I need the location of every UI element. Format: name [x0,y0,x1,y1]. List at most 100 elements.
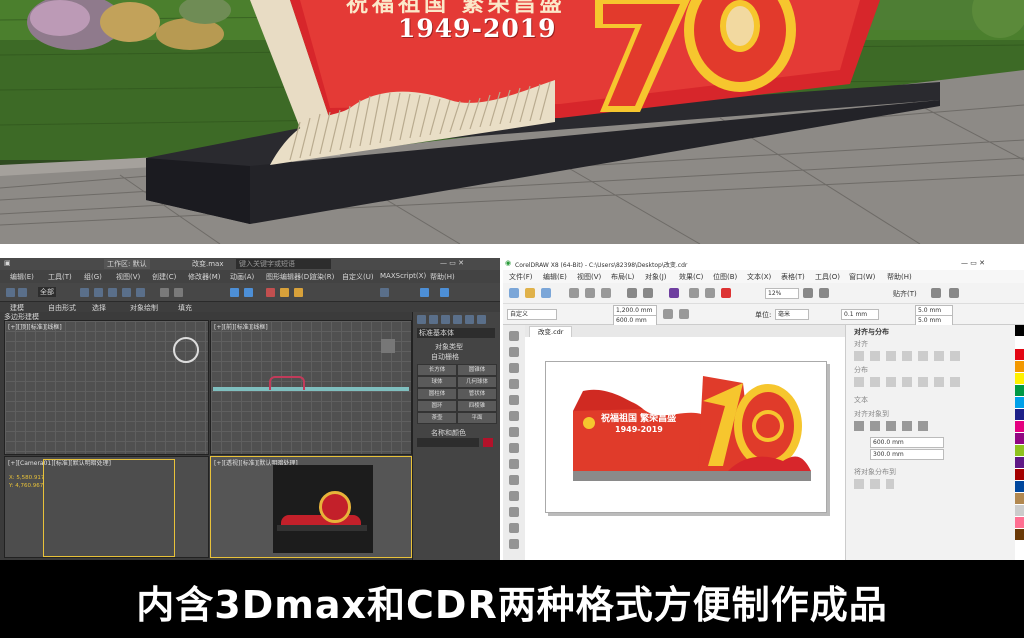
selection-filter[interactable]: 全部 [38,287,56,297]
pyramid-button[interactable]: 四棱锥 [457,400,497,412]
zoom-tool-icon[interactable] [509,379,519,389]
distribute-buttons-row[interactable] [854,377,964,387]
shape-tool-icon[interactable] [509,347,519,357]
align-to-buttons[interactable] [854,421,934,431]
layer-manager-icon[interactable] [440,288,449,297]
torus-button[interactable]: 圆环 [417,400,457,412]
distribute-to-buttons[interactable] [854,479,894,489]
ribbon-tab-freeform[interactable]: 自由形式 [48,303,76,313]
max-search-input[interactable]: 键入关键字或短语 [236,259,331,269]
cdr-menu-window[interactable]: 窗口(W) [849,272,875,282]
connector-tool-icon[interactable] [509,507,519,517]
ribbon-tab-selection[interactable]: 选择 [92,303,106,313]
display-tab-icon[interactable] [465,315,474,324]
autogrid-checkbox[interactable]: 自动栅格 [431,352,459,362]
copy-icon[interactable] [585,288,595,298]
select-region-icon[interactable] [94,288,103,297]
viewport-top-label[interactable]: [+][顶][标准][线框] [8,322,62,331]
units-select[interactable]: 毫米 [775,309,809,320]
cdr-menu-file[interactable]: 文件(F) [509,272,533,282]
schematic-view-icon[interactable] [380,288,389,297]
cylinder-button[interactable]: 圆柱体 [417,388,457,400]
max-menu-view[interactable]: 视图(V) [116,272,140,282]
create-tab-icon[interactable] [417,315,426,324]
save-icon[interactable] [541,288,551,298]
palette-swatch[interactable] [1015,433,1024,445]
primitive-dropdown[interactable]: 标准基本体 [417,328,495,338]
nudge-distance-input[interactable]: 0.1 mm [841,309,879,320]
cut-icon[interactable] [569,288,579,298]
max-menu-animation[interactable]: 动画(A) [230,272,254,282]
scale-icon[interactable] [136,288,145,297]
open-icon[interactable] [525,288,535,298]
cone-button[interactable]: 圆锥体 [457,364,497,376]
viewport-front-label[interactable]: [+][前][标准][线框] [214,322,268,331]
ellipse-tool-icon[interactable] [509,443,519,453]
cdr-menu-effects[interactable]: 效果(C) [679,272,703,282]
viewcube-icon[interactable] [173,337,199,363]
cdr-menu-edit[interactable]: 编辑(E) [543,272,567,282]
artistic-media-icon[interactable] [509,411,519,421]
viewport-perspective[interactable]: [+][透视][标准][默认明暗处理] [210,456,412,558]
max-menu-customize[interactable]: 自定义(U) [342,272,374,282]
palette-swatch[interactable] [1015,409,1024,421]
full-screen-icon[interactable] [803,288,813,298]
tube-button[interactable]: 管状体 [457,388,497,400]
move-icon[interactable] [108,288,117,297]
geosphere-button[interactable]: 几何球体 [457,376,497,388]
object-color-swatch[interactable] [483,438,493,447]
render-icon[interactable] [294,288,303,297]
align-x-input[interactable]: 600.0 mm [870,437,944,448]
motion-tab-icon[interactable] [453,315,462,324]
align-buttons-row[interactable] [854,351,964,361]
utilities-tab-icon[interactable] [477,315,486,324]
pick-tool-icon[interactable] [509,331,519,341]
palette-swatch[interactable] [1015,361,1024,373]
redo-icon[interactable] [643,288,653,298]
ribbon-tab-object-paint[interactable]: 对象绘制 [130,303,158,313]
palette-swatch[interactable] [1015,385,1024,397]
select-icon[interactable] [80,288,89,297]
palette-swatch[interactable] [1015,517,1024,529]
align-y-input[interactable]: 300.0 mm [870,449,944,460]
max-menu-group[interactable]: 组(G) [84,272,102,282]
freehand-tool-icon[interactable] [509,395,519,405]
export-icon[interactable] [705,288,715,298]
import-icon[interactable] [689,288,699,298]
max-menu-graph-editors[interactable]: 图形编辑器(D) [266,272,312,282]
max-menu-edit[interactable]: 编辑(E) [10,272,34,282]
max-menu-help[interactable]: 帮助(H) [430,272,455,282]
cdr-menu-view[interactable]: 视图(V) [577,272,601,282]
text-tool-icon[interactable] [509,475,519,485]
eyedropper-icon[interactable] [509,539,519,549]
align-icon[interactable] [244,288,253,297]
app-launcher-icon[interactable] [949,288,959,298]
sphere-button[interactable]: 球体 [417,376,457,388]
cdr-menu-help[interactable]: 帮助(H) [887,272,912,282]
material-editor-icon[interactable] [266,288,275,297]
viewport-front[interactable]: [+][前][标准][线框] [210,320,412,455]
undo-icon[interactable] [627,288,637,298]
zoom-level-select[interactable]: 12% [765,288,799,299]
palette-swatch[interactable] [1015,481,1024,493]
max-menu-maxscript[interactable]: MAXScript(X) [380,272,426,280]
options-icon[interactable] [931,288,941,298]
cdr-menu-tools[interactable]: 工具(O) [815,272,840,282]
palette-swatch[interactable] [1015,505,1024,517]
modify-tab-icon[interactable] [429,315,438,324]
paste-icon[interactable] [601,288,611,298]
curve-editor-icon[interactable] [420,288,429,297]
polygon-tool-icon[interactable] [509,459,519,469]
max-menu-create[interactable]: 创建(C) [152,272,176,282]
palette-swatch[interactable] [1015,325,1024,337]
new-doc-icon[interactable] [509,288,519,298]
undo-icon[interactable] [6,288,15,297]
cdr-menu-object[interactable]: 对象(J) [645,272,667,282]
publish-pdf-icon[interactable] [721,288,731,298]
max-menu-modifiers[interactable]: 修改器(M) [188,272,221,282]
teapot-button[interactable]: 茶壶 [417,412,457,424]
palette-swatch[interactable] [1015,373,1024,385]
object-name-input[interactable] [417,438,479,447]
palette-swatch[interactable] [1015,493,1024,505]
cdr-menu-text[interactable]: 文本(X) [747,272,771,282]
